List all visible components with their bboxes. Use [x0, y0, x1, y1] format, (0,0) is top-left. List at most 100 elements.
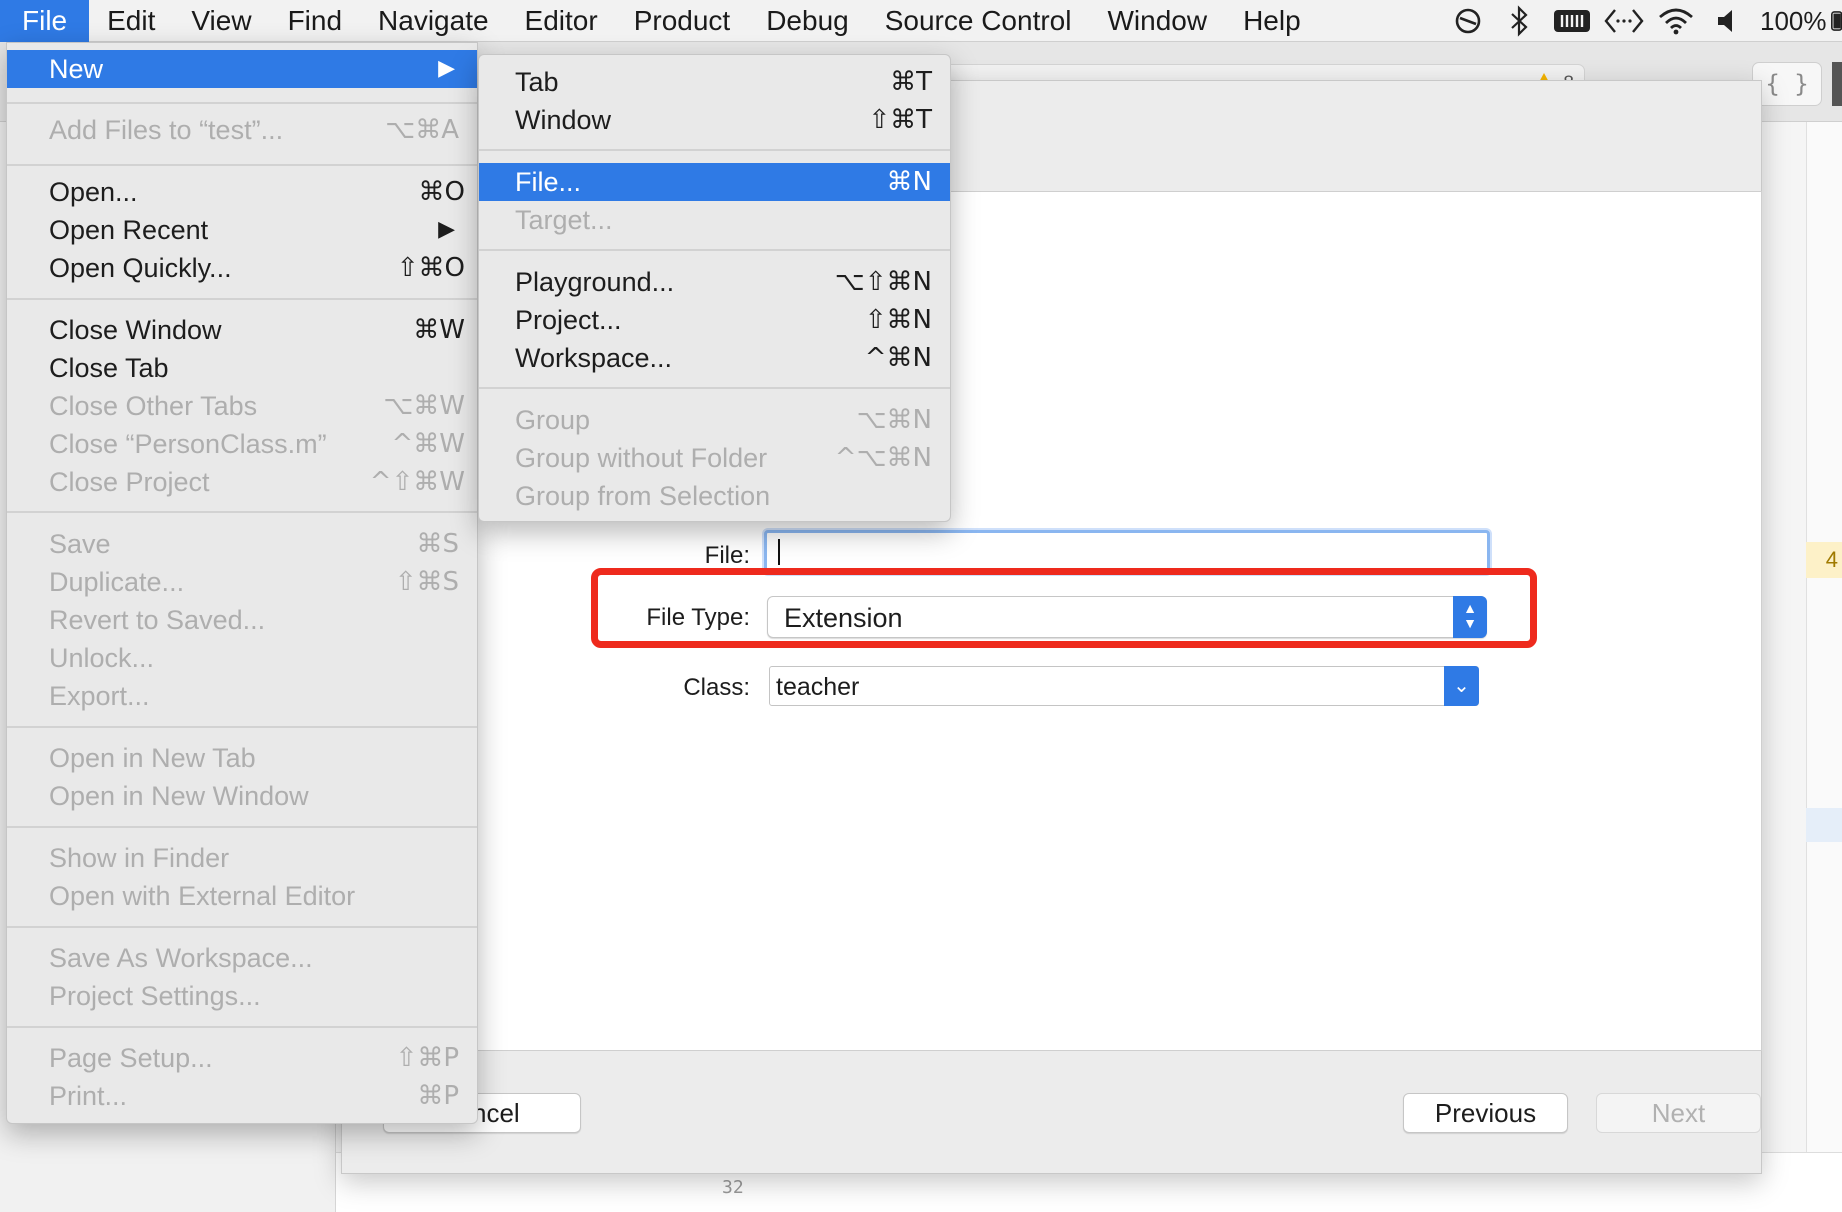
menu-window[interactable]: Window — [1089, 0, 1225, 42]
menu-item-close-tab[interactable]: Close Tab — [7, 349, 477, 387]
menu-editor[interactable]: Editor — [507, 0, 616, 42]
menu-item-new-target[interactable]: Target... — [479, 201, 950, 239]
class-combo-box[interactable]: teacher ⌄ — [769, 666, 1479, 706]
menu-find[interactable]: Find — [270, 0, 360, 42]
menu-shortcut: ⌥⌘W — [383, 391, 465, 421]
menu-view[interactable]: View — [173, 0, 269, 42]
menu-item-label: Open Quickly... — [49, 253, 232, 283]
menu-item-label: New — [49, 54, 104, 84]
menu-item-label: Open with External Editor — [49, 881, 356, 911]
keyboard-viewer-icon[interactable] — [1546, 0, 1598, 42]
menu-navigate[interactable]: Navigate — [360, 0, 507, 42]
volume-icon[interactable] — [1702, 0, 1754, 42]
menu-separator — [7, 298, 477, 300]
battery-status[interactable]: 100% — [1754, 0, 1842, 42]
menu-item-label: Add Files to “test”... — [49, 115, 284, 145]
menu-item-label: Save As Workspace... — [49, 943, 313, 973]
menu-item-open-new-window[interactable]: Open in New Window — [7, 777, 477, 815]
menu-shortcut: ^⇧⌘W — [369, 467, 465, 497]
submenu-arrow-icon: ▶ — [438, 217, 455, 242]
menu-separator — [479, 149, 950, 151]
menu-shortcut: ⇧⌘N — [864, 305, 932, 335]
menu-separator — [479, 387, 950, 389]
menu-item-save[interactable]: Save ⌘S — [7, 525, 477, 563]
menu-item-open-recent[interactable]: Open Recent ▶ — [7, 211, 477, 249]
menu-shortcut: ⌘T — [890, 67, 932, 97]
menu-item-new-group-without-folder[interactable]: Group without Folder ^⌥⌘N — [479, 439, 950, 477]
menu-item-project-settings[interactable]: Project Settings... — [7, 977, 477, 1015]
status-area: 100% — [1442, 0, 1842, 42]
file-name-label: File: — [704, 542, 750, 569]
menu-item-open-external-editor[interactable]: Open with External Editor — [7, 877, 477, 915]
menu-help[interactable]: Help — [1225, 0, 1319, 42]
menu-item-new-workspace[interactable]: Workspace... ^⌘N — [479, 339, 950, 377]
menu-item-add-files[interactable]: Add Files to “test”... ⌥⌘A — [7, 111, 477, 149]
submenu-arrow-icon: ▶ — [438, 56, 455, 81]
menu-item-label: Playground... — [515, 267, 675, 297]
menu-item-print[interactable]: Print... ⌘P — [7, 1077, 477, 1115]
menu-item-new-group-from-selection[interactable]: Group from Selection — [479, 477, 950, 515]
menu-item-close-project[interactable]: Close Project ^⇧⌘W — [7, 463, 477, 501]
menu-product[interactable]: Product — [616, 0, 749, 42]
menu-item-label: Open... — [49, 177, 138, 207]
menu-separator — [7, 102, 477, 104]
new-submenu: Tab ⌘T Window ⇧⌘T File... ⌘N Target... P… — [478, 54, 951, 522]
menu-item-duplicate[interactable]: Duplicate... ⇧⌘S — [7, 563, 477, 601]
menu-source-control[interactable]: Source Control — [867, 0, 1090, 42]
menu-separator — [7, 511, 477, 513]
menu-item-label: Page Setup... — [49, 1043, 213, 1073]
chevron-down-icon[interactable]: ⌄ — [1444, 666, 1479, 706]
wifi-icon[interactable] — [1650, 0, 1702, 42]
bluetooth-icon[interactable] — [1494, 0, 1546, 42]
menu-item-show-in-finder[interactable]: Show in Finder — [7, 839, 477, 877]
inspector-edge — [1806, 122, 1842, 1212]
menu-item-label: Show in Finder — [49, 843, 230, 873]
menu-item-label: Close “PersonClass.m” — [49, 429, 327, 459]
menu-shortcut: ⌘O — [418, 177, 465, 207]
menu-item-unlock[interactable]: Unlock... — [7, 639, 477, 677]
previous-button[interactable]: Previous — [1403, 1093, 1568, 1133]
code-review-button[interactable]: { } — [1752, 62, 1822, 106]
menu-item-new-playground[interactable]: Playground... ⌥⇧⌘N — [479, 263, 950, 301]
menu-item-new-tab[interactable]: Tab ⌘T — [479, 63, 950, 101]
next-button[interactable]: Next — [1596, 1093, 1761, 1133]
menu-separator — [7, 826, 477, 828]
menu-separator — [7, 726, 477, 728]
menu-item-label: Print... — [49, 1081, 128, 1111]
menu-item-page-setup[interactable]: Page Setup... ⇧⌘P — [7, 1039, 477, 1077]
menu-item-new[interactable]: New ▶ — [7, 50, 477, 88]
menu-item-label: Group from Selection — [515, 481, 771, 511]
menu-debug[interactable]: Debug — [748, 0, 867, 42]
menu-item-label: Close Window — [49, 315, 222, 345]
menu-item-open-quickly[interactable]: Open Quickly... ⇧⌘O — [7, 249, 477, 287]
menu-item-label: Revert to Saved... — [49, 605, 266, 635]
menu-separator — [7, 164, 477, 166]
menu-item-new-project[interactable]: Project... ⇧⌘N — [479, 301, 950, 339]
menu-item-save-as-workspace[interactable]: Save As Workspace... — [7, 939, 477, 977]
menu-shortcut: ⌘S — [416, 529, 459, 559]
menu-item-label: Group without Folder — [515, 443, 768, 473]
menu-item-open-new-tab[interactable]: Open in New Tab — [7, 739, 477, 777]
menu-item-open[interactable]: Open... ⌘O — [7, 173, 477, 211]
menu-item-new-window[interactable]: Window ⇧⌘T — [479, 101, 950, 139]
issue-marker[interactable]: 4 — [1806, 542, 1842, 578]
menu-item-close-window[interactable]: Close Window ⌘W — [7, 311, 477, 349]
menu-file[interactable]: File — [0, 0, 90, 42]
menu-item-close-other-tabs[interactable]: Close Other Tabs ⌥⌘W — [7, 387, 477, 425]
menu-item-label: File... — [515, 167, 582, 197]
menu-shortcut: ^⌥⌘N — [834, 443, 932, 473]
file-menu: New ▶ Add Files to “test”... ⌥⌘A Open...… — [6, 42, 478, 1124]
menu-item-new-file[interactable]: File... ⌘N — [479, 163, 950, 201]
menu-item-revert[interactable]: Revert to Saved... — [7, 601, 477, 639]
menu-item-export[interactable]: Export... — [7, 677, 477, 715]
code-brackets-icon[interactable] — [1598, 0, 1650, 42]
menu-shortcut: ⌘N — [886, 167, 932, 197]
menu-separator — [7, 926, 477, 928]
menu-shortcut: ^⌘W — [391, 429, 466, 459]
menu-edit[interactable]: Edit — [89, 0, 173, 42]
menu-item-new-group[interactable]: Group ⌥⌘N — [479, 401, 950, 439]
menu-shortcut: ^⌘N — [864, 343, 932, 373]
sync-icon[interactable] — [1442, 0, 1494, 42]
menu-item-close-file[interactable]: Close “PersonClass.m” ^⌘W — [7, 425, 477, 463]
menu-item-label: Window — [515, 105, 612, 135]
